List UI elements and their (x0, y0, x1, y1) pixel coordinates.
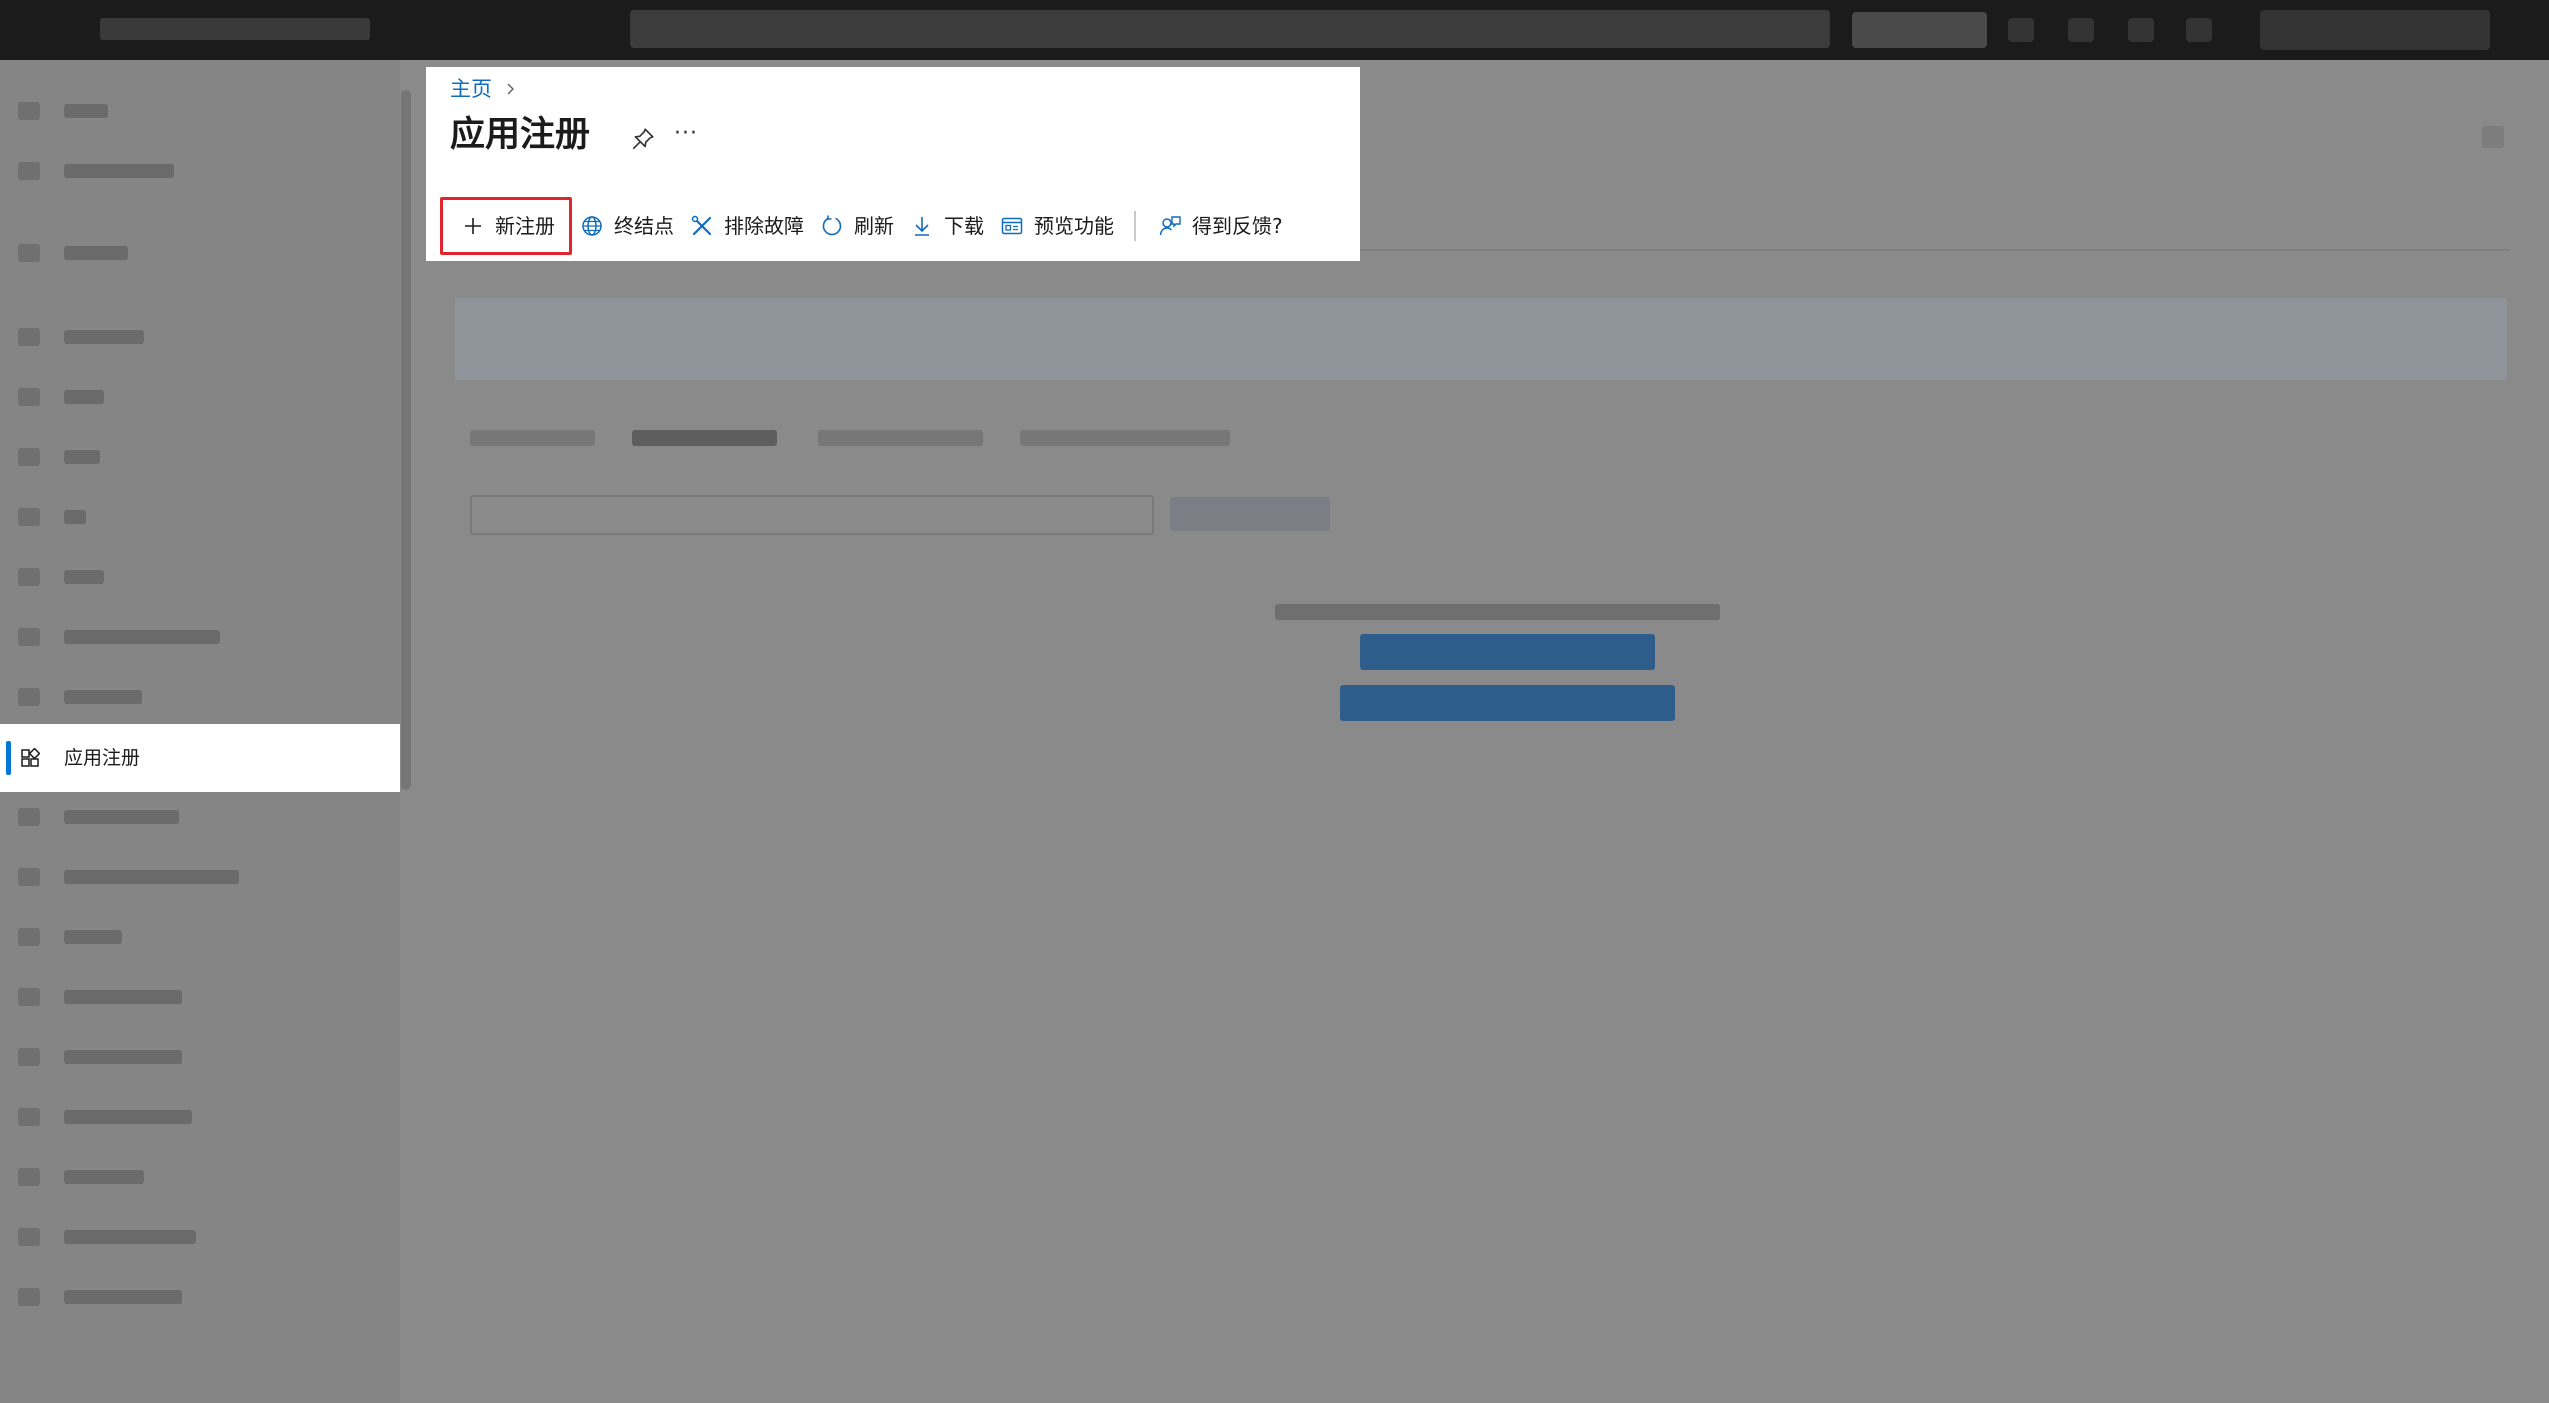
tab-placeholder[interactable] (1020, 430, 1230, 446)
feedback-icon (2186, 18, 2212, 42)
command-bar: 新注册 终结点 排除故障 刷新 下载 预览功能 得到反馈? (440, 197, 1291, 255)
chevron-right-icon (502, 81, 518, 97)
nav-icon (18, 928, 40, 946)
nav-item-placeholder (64, 1230, 196, 1244)
filter-input-placeholder[interactable] (470, 495, 1154, 535)
sidebar-item-label: 应用注册 (64, 747, 141, 769)
feedback-person-icon (1159, 216, 1181, 236)
refresh-button[interactable]: 刷新 (812, 206, 902, 246)
plus-icon (465, 218, 481, 234)
endpoints-label: 终结点 (614, 214, 674, 238)
nav-icon (18, 328, 40, 346)
nav-icon (18, 162, 40, 180)
toolbar-separator (1134, 211, 1136, 241)
preview-features-button[interactable]: 预览功能 (992, 206, 1122, 246)
refresh-label: 刷新 (854, 214, 894, 238)
feedback-label: 得到反馈? (1192, 214, 1283, 238)
tab-placeholder[interactable] (470, 430, 595, 446)
feedback-button[interactable]: 得到反馈? (1150, 206, 1291, 246)
primary-button-placeholder[interactable] (1360, 634, 1655, 670)
nav-icon (18, 808, 40, 826)
preview-features-label: 预览功能 (1034, 214, 1114, 238)
troubleshoot-button[interactable]: 排除故障 (682, 206, 812, 246)
globe-icon (582, 216, 602, 236)
nav-item-placeholder (64, 990, 182, 1004)
more-options-icon[interactable]: ··· (674, 121, 698, 146)
nav-item-placeholder (64, 450, 100, 464)
nav-item-placeholder (64, 330, 144, 344)
nav-icon (18, 1168, 40, 1186)
nav-item-placeholder (64, 104, 108, 118)
nav-icon (18, 244, 40, 262)
download-button[interactable]: 下载 (902, 206, 992, 246)
nav-item-placeholder (64, 164, 174, 178)
page-title: 应用注册 (450, 115, 591, 155)
primary-button-placeholder[interactable] (1340, 685, 1675, 721)
nav-item-placeholder (64, 930, 122, 944)
breadcrumb: 主页 (450, 72, 518, 106)
nav-item-placeholder (64, 1050, 182, 1064)
download-icon (915, 217, 929, 236)
empty-message-placeholder (1275, 604, 1720, 620)
wrench-icon (691, 215, 712, 236)
nav-item-placeholder (64, 1110, 192, 1124)
breadcrumb-home-link[interactable]: 主页 (450, 72, 492, 106)
preview-icon (1001, 217, 1023, 235)
new-registration-label: 新注册 (495, 214, 555, 238)
nav-icon (18, 102, 40, 120)
account-placeholder (2260, 10, 2490, 50)
active-indicator (6, 741, 11, 775)
nav-item-placeholder (64, 246, 128, 260)
nav-item-placeholder (64, 390, 104, 404)
nav-icon (18, 688, 40, 706)
nav-icon (18, 388, 40, 406)
troubleshoot-label: 排除故障 (724, 214, 804, 238)
endpoints-button[interactable]: 终结点 (572, 206, 682, 246)
divider (1360, 249, 2510, 251)
nav-icon (18, 988, 40, 1006)
tab-placeholder-active[interactable] (632, 430, 777, 446)
tab-placeholder[interactable] (818, 430, 983, 446)
topbar-button-placeholder (1852, 12, 1987, 48)
nav-icon (18, 1108, 40, 1126)
nav-icon (18, 508, 40, 526)
nav-icon (18, 568, 40, 586)
sidebar-scrollbar[interactable] (401, 90, 411, 790)
notification-icon (2008, 18, 2034, 42)
nav-item-placeholder (64, 870, 239, 884)
filter-button-placeholder[interactable] (1170, 497, 1330, 531)
top-bar (0, 0, 2549, 60)
settings-icon (2068, 18, 2094, 42)
nav-icon (18, 868, 40, 886)
app-registrations-icon (20, 747, 41, 768)
nav-item-placeholder (64, 510, 86, 524)
global-search-placeholder (630, 10, 1830, 48)
brand-placeholder (100, 18, 370, 40)
nav-item-placeholder (64, 690, 142, 704)
nav-icon (18, 448, 40, 466)
blade-header: 主页 应用注册 ··· 新注册 终结点 排除故障 刷新 下载 预览功能 得到反馈… (426, 67, 1360, 261)
nav-icon (18, 1048, 40, 1066)
download-label: 下载 (944, 214, 984, 238)
nav-icon (18, 628, 40, 646)
nav-icon (18, 1288, 40, 1306)
sidebar-item-app-registrations[interactable]: 应用注册 (0, 724, 400, 792)
close-icon[interactable] (2482, 126, 2504, 148)
pin-icon[interactable] (630, 126, 656, 152)
nav-item-placeholder (64, 1170, 144, 1184)
refresh-icon (822, 215, 842, 236)
help-icon (2128, 18, 2154, 42)
nav-icon (18, 1228, 40, 1246)
nav-item-placeholder (64, 810, 179, 824)
info-banner-placeholder (455, 298, 2507, 380)
new-registration-button[interactable]: 新注册 (440, 197, 572, 255)
nav-item-placeholder (64, 630, 220, 644)
nav-item-placeholder (64, 570, 104, 584)
nav-item-placeholder (64, 1290, 182, 1304)
